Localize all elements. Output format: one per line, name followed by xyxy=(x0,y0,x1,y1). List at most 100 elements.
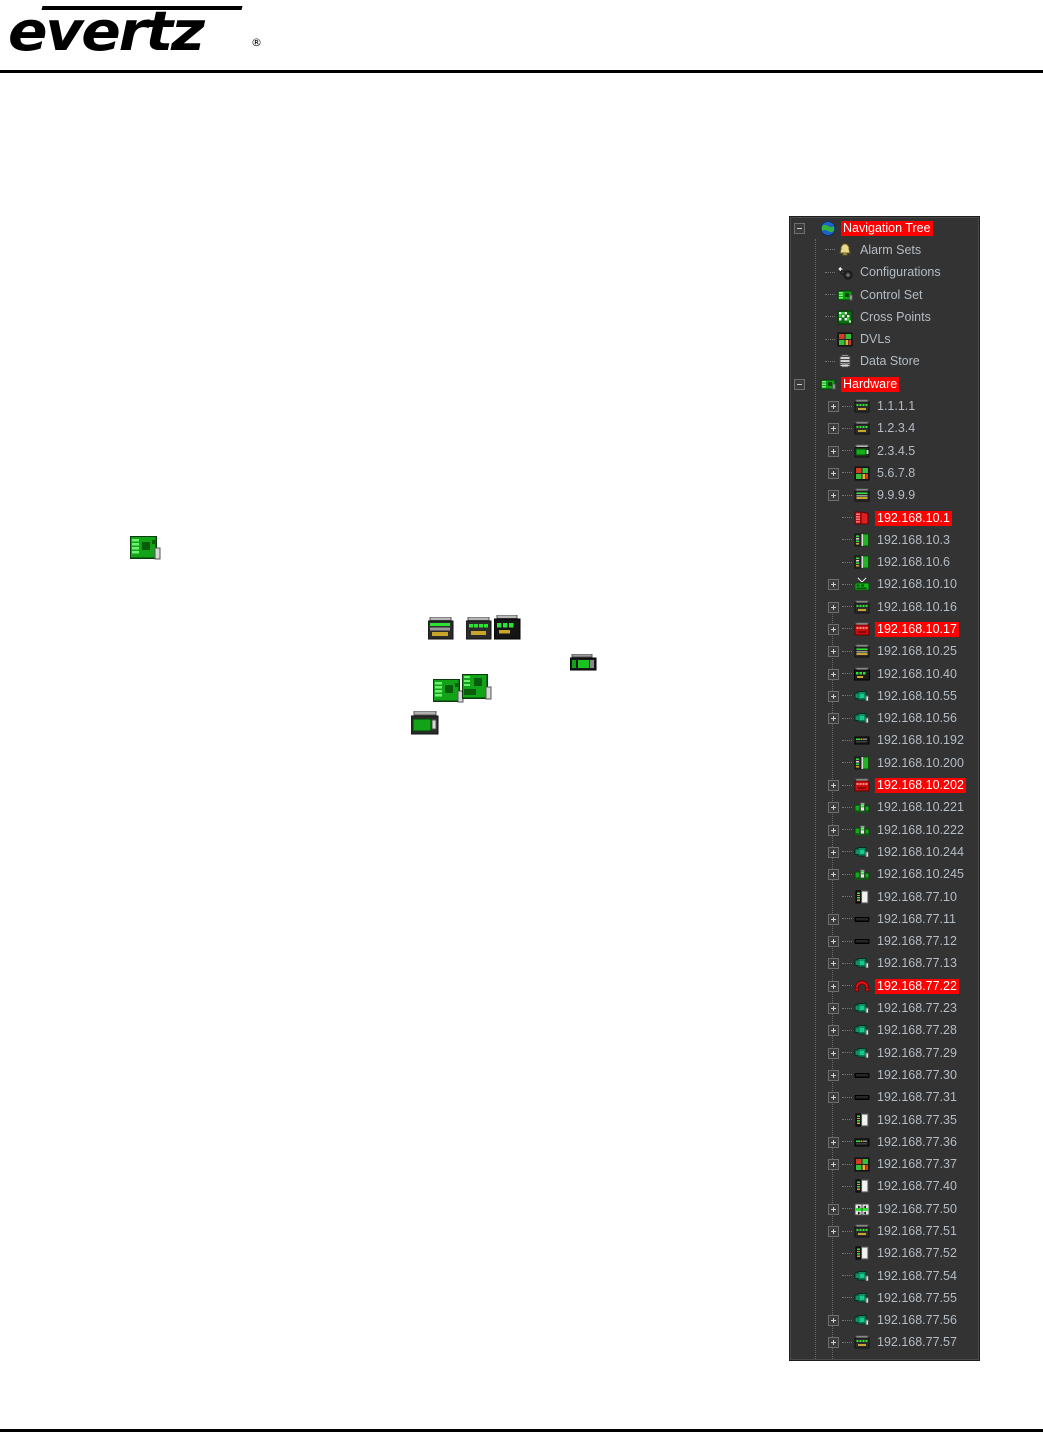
tree-connector xyxy=(842,896,852,898)
expand-plus-icon[interactable] xyxy=(828,980,839,992)
tree-row[interactable]: 192.168.77.40 xyxy=(790,1176,979,1198)
tree-connector xyxy=(842,1252,852,1255)
collapse-minus-icon[interactable] xyxy=(794,222,805,234)
tree-row[interactable]: 192.168.77.37 xyxy=(790,1153,979,1175)
expand-plus-icon[interactable] xyxy=(828,802,839,814)
frame-chassis-2[interactable] xyxy=(465,616,492,646)
tree-row[interactable]: 5.6.7.8 xyxy=(790,462,979,484)
expand-plus-icon[interactable] xyxy=(828,623,839,635)
tree-row[interactable]: 192.168.10.55 xyxy=(790,685,979,707)
expand-plus-icon[interactable] xyxy=(828,490,839,502)
expand-plus-icon[interactable] xyxy=(828,601,839,613)
expand-plus-icon[interactable] xyxy=(828,1203,839,1215)
expand-plus-icon[interactable] xyxy=(828,1226,839,1237)
device-card-green[interactable] xyxy=(129,535,162,567)
expand-plus-icon[interactable] xyxy=(828,913,839,925)
tree-row[interactable]: 192.168.10.56 xyxy=(790,708,979,730)
expand-plus-icon[interactable] xyxy=(828,579,839,591)
frame-leds-icon xyxy=(854,1224,870,1239)
tree-row[interactable]: 192.168.77.56 xyxy=(790,1310,979,1332)
device-card-mid-2[interactable] xyxy=(461,673,492,707)
expand-plus-icon[interactable] xyxy=(828,846,839,858)
expand-plus-icon[interactable] xyxy=(828,713,839,725)
tree-row[interactable]: Control Set xyxy=(790,284,979,306)
tree-row[interactable]: 192.168.77.12 xyxy=(790,931,979,953)
expand-plus-icon[interactable] xyxy=(828,401,839,413)
tree-row[interactable]: 192.168.77.36 xyxy=(790,1131,979,1153)
tree-row[interactable]: 192.168.77.31 xyxy=(790,1087,979,1109)
tree-row[interactable]: 192.168.77.51 xyxy=(790,1220,979,1242)
tree-row[interactable]: 2.3.4.5 xyxy=(790,440,979,462)
tree-row[interactable]: Hardware xyxy=(790,373,979,395)
tree-row[interactable]: Data Store xyxy=(790,351,979,373)
tree-row[interactable]: 192.168.77.22 xyxy=(790,975,979,997)
tree-row[interactable]: 9.9.9.9 xyxy=(790,485,979,507)
tree-row[interactable]: 192.168.10.17 xyxy=(790,618,979,640)
tree-row[interactable]: Navigation Tree xyxy=(790,217,979,239)
tree-row[interactable]: DVLs xyxy=(790,328,979,350)
tree-row[interactable]: 192.168.10.221 xyxy=(790,797,979,819)
tree-row[interactable]: 192.168.77.23 xyxy=(790,997,979,1019)
tree-row[interactable]: 192.168.77.35 xyxy=(790,1109,979,1131)
tree-row[interactable]: 192.168.77.28 xyxy=(790,1020,979,1042)
expand-plus-icon[interactable] xyxy=(828,824,839,836)
tree-row[interactable]: 192.168.10.222 xyxy=(790,819,979,841)
expand-plus-icon[interactable] xyxy=(828,1003,839,1015)
expand-plus-icon[interactable] xyxy=(828,445,839,457)
tree-row[interactable]: 192.168.10.202 xyxy=(790,774,979,796)
tree-row[interactable]: 192.168.10.3 xyxy=(790,529,979,551)
expand-plus-icon[interactable] xyxy=(828,690,839,702)
tree-row[interactable]: 192.168.10.6 xyxy=(790,551,979,573)
tree-row[interactable]: 192.168.10.192 xyxy=(790,730,979,752)
expand-plus-icon[interactable] xyxy=(828,1315,839,1327)
tree-row[interactable]: 192.168.10.245 xyxy=(790,864,979,886)
navigation-tree-panel[interactable]: Navigation Tree Alarm Sets Configuration… xyxy=(789,216,980,1361)
tree-row[interactable]: 192.168.77.55 xyxy=(790,1287,979,1309)
expand-plus-icon[interactable] xyxy=(828,646,839,658)
tree-row[interactable]: Configurations xyxy=(790,262,979,284)
tree-row[interactable]: 192.168.10.1 xyxy=(790,507,979,529)
expand-plus-icon[interactable] xyxy=(828,1159,839,1171)
expand-plus-icon[interactable] xyxy=(828,1337,839,1349)
tree-row[interactable]: 192.168.77.50 xyxy=(790,1198,979,1220)
collapse-minus-icon[interactable] xyxy=(794,378,805,390)
expand-plus-icon[interactable] xyxy=(828,1136,839,1148)
tree-row[interactable]: 1.1.1.1 xyxy=(790,395,979,417)
expand-plus-icon[interactable] xyxy=(828,936,839,948)
tree-row[interactable]: 1.2.3.4 xyxy=(790,418,979,440)
tree-row[interactable]: Alarm Sets xyxy=(790,239,979,261)
tree-connector xyxy=(842,1163,852,1166)
tree-row[interactable]: 192.168.77.30 xyxy=(790,1064,979,1086)
tree-row[interactable]: 192.168.10.16 xyxy=(790,596,979,618)
expand-plus-icon[interactable] xyxy=(828,1047,839,1059)
navigation-tree-scroll[interactable]: Navigation Tree Alarm Sets Configuration… xyxy=(790,217,979,1360)
expand-plus-icon[interactable] xyxy=(828,467,839,479)
tree-row[interactable]: 192.168.77.52 xyxy=(790,1243,979,1265)
tree-row[interactable]: 192.168.77.11 xyxy=(790,908,979,930)
tree-row[interactable]: Cross Points xyxy=(790,306,979,328)
device-card-small[interactable] xyxy=(569,653,598,677)
expand-plus-icon[interactable] xyxy=(828,1092,839,1104)
device-card-mid-1[interactable] xyxy=(432,678,465,710)
tree-row[interactable]: 192.168.10.10 xyxy=(790,574,979,596)
tree-row[interactable]: 192.168.10.200 xyxy=(790,752,979,774)
expand-plus-icon[interactable] xyxy=(828,668,839,680)
expand-plus-icon[interactable] xyxy=(828,1025,839,1037)
frame-chassis-3[interactable] xyxy=(493,614,521,646)
tree-row[interactable]: 192.168.10.40 xyxy=(790,663,979,685)
logo-wordmark: evertz xyxy=(8,0,205,63)
expand-plus-icon[interactable] xyxy=(828,423,839,435)
tree-row[interactable]: 192.168.77.29 xyxy=(790,1042,979,1064)
tree-row[interactable]: 192.168.77.10 xyxy=(790,886,979,908)
frame-chassis-4[interactable] xyxy=(410,710,439,740)
tree-row[interactable]: 192.168.10.244 xyxy=(790,841,979,863)
tree-row[interactable]: 192.168.10.25 xyxy=(790,641,979,663)
tree-row[interactable]: 192.168.77.13 xyxy=(790,953,979,975)
expand-plus-icon[interactable] xyxy=(828,958,839,970)
frame-chassis-1[interactable] xyxy=(427,616,454,646)
expand-plus-icon[interactable] xyxy=(828,1069,839,1081)
tree-row[interactable]: 192.168.77.54 xyxy=(790,1265,979,1287)
expand-plus-icon[interactable] xyxy=(828,869,839,881)
tree-row[interactable]: 192.168.77.57 xyxy=(790,1332,979,1354)
expand-plus-icon[interactable] xyxy=(828,780,839,792)
